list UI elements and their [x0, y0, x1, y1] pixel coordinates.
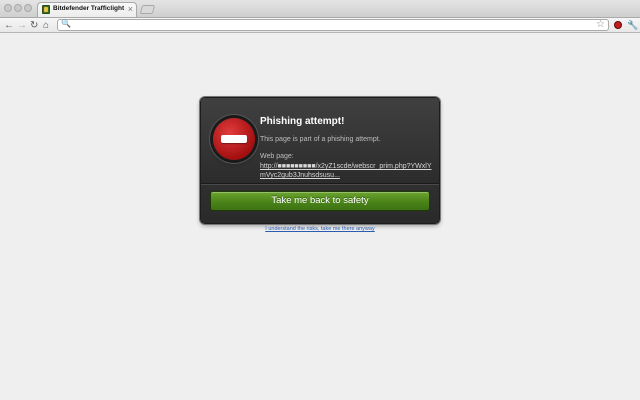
new-tab-button[interactable]: [139, 5, 156, 14]
home-icon[interactable]: ⌂: [43, 19, 49, 32]
window-close-button[interactable]: [4, 4, 12, 12]
trafficlight-extension-icon[interactable]: [614, 21, 622, 29]
search-icon: 🔍: [61, 19, 71, 28]
browser-tab[interactable]: Bitdefender Trafficlight ×: [37, 2, 137, 17]
forward-arrow-icon[interactable]: →: [17, 19, 27, 32]
window-minimize-button[interactable]: [14, 4, 22, 12]
stop-sign-icon: [213, 118, 255, 160]
reload-icon[interactable]: ↻: [30, 19, 38, 32]
web-page-label: Web page:: [260, 153, 294, 160]
dialog-divider: [201, 183, 439, 184]
browser-toolbar: ← → ↻ ⌂ 🔍 ☆ 🔧: [0, 17, 640, 33]
address-bar[interactable]: 🔍: [57, 19, 609, 31]
back-to-safety-button[interactable]: Take me back to safety: [210, 191, 430, 211]
wrench-menu-icon[interactable]: 🔧: [627, 18, 638, 32]
bitdefender-favicon-icon: [42, 5, 50, 14]
proceed-anyway-link[interactable]: I understand the risks, take me there an…: [200, 226, 440, 232]
tab-close-icon[interactable]: ×: [128, 4, 133, 15]
window-titlebar: Bitdefender Trafficlight ×: [0, 0, 640, 17]
tab-title: Bitdefender Trafficlight: [53, 5, 125, 12]
dialog-title: Phishing attempt!: [260, 116, 345, 127]
bookmark-star-icon[interactable]: ☆: [596, 18, 605, 31]
window-zoom-button[interactable]: [24, 4, 32, 12]
phishing-url-link[interactable]: http://■■■■■■■■■/x2yZ1scde/webscr_prim.p…: [260, 162, 432, 180]
phishing-warning-dialog: Phishing attempt! This page is part of a…: [200, 97, 440, 224]
back-arrow-icon[interactable]: ←: [4, 19, 14, 32]
dialog-message: This page is part of a phishing attempt.: [260, 136, 381, 143]
